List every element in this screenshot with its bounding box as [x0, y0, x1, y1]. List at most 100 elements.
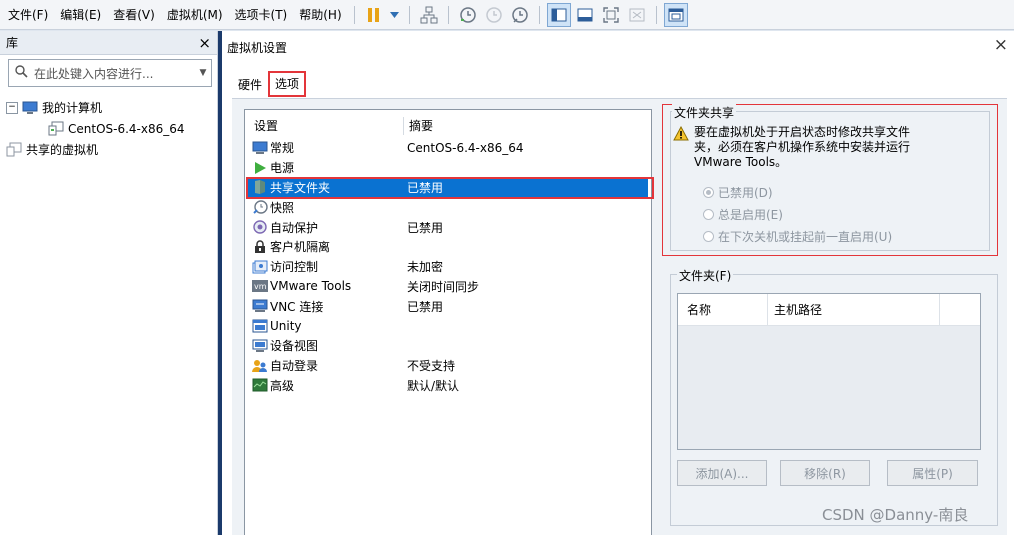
menu-bar: 文件(F) 编辑(E) 查看(V) 虚拟机(M) 选项卡(T) 帮助(H): [0, 0, 1014, 30]
power-icon: [252, 160, 268, 176]
radio-button: [703, 209, 714, 220]
tree-item-vm[interactable]: CentOS-6.4-x86_64: [6, 118, 212, 139]
radio-button: [703, 231, 714, 242]
tree-item-my-computer[interactable]: − 我的计算机: [6, 97, 212, 118]
setting-summary: 已禁用: [407, 180, 444, 195]
toolbar-separator: [655, 5, 657, 24]
menu-help[interactable]: 帮助(H): [293, 0, 347, 30]
snapshot-take-icon[interactable]: [456, 3, 480, 27]
settings-row-device-view[interactable]: 设备视图: [248, 336, 648, 356]
settings-rows: 常规 CentOS-6.4-x86_64 电源 共享文件夹 已禁用 快照 自动保…: [246, 138, 654, 396]
settings-row-autoprotect[interactable]: 自动保护 已禁用: [248, 217, 648, 237]
library-search[interactable]: 在此处键入内容进行... ▼: [8, 59, 212, 87]
tab-options[interactable]: 选项: [268, 71, 307, 97]
settings-row-general[interactable]: 常规 CentOS-6.4-x86_64: [248, 138, 648, 158]
setting-summary: CentOS-6.4-x86_64: [407, 140, 524, 155]
settings-row-guest-isolation[interactable]: 客户机隔离: [248, 237, 648, 257]
settings-row-shared-folders[interactable]: 共享文件夹 已禁用: [246, 176, 654, 199]
add-folder-button: 添加(A)...: [677, 460, 767, 486]
shared-vm-icon: [6, 142, 22, 157]
warning-text: 要在虚拟机处于开启状态时修改共享文件夹，必须在客户机操作系统中安装并运行 VMw…: [694, 125, 911, 169]
close-icon[interactable]: ×: [994, 35, 1008, 55]
settings-row-vnc[interactable]: VNC 连接 已禁用: [248, 296, 648, 316]
settings-row-access-control[interactable]: 访问控制 未加密: [248, 257, 648, 277]
setting-summary: 已禁用: [407, 299, 444, 314]
show-library-icon[interactable]: [546, 2, 571, 27]
setting-name: 客户机隔离: [270, 240, 331, 255]
tab-hardware[interactable]: 硬件: [232, 74, 268, 97]
column-header-setting[interactable]: 设置: [254, 117, 403, 135]
setting-name: 快照: [270, 200, 295, 215]
chevron-down-icon[interactable]: ▼: [195, 68, 211, 78]
window-title: 虚拟机设置: [227, 41, 288, 55]
folder-properties-button: 属性(P): [887, 460, 978, 486]
snapshot-manager-icon[interactable]: [508, 3, 532, 27]
search-icon: [15, 65, 28, 81]
settings-row-snapshots[interactable]: 快照: [248, 197, 648, 217]
radio-enabled-until-poweroff: 在下次关机或挂起前一直启用(U): [703, 228, 892, 245]
shared-folder-icon: [252, 179, 268, 195]
toolbar-separator: [353, 5, 355, 24]
chevron-down-icon[interactable]: [388, 3, 402, 27]
vnc-icon: [252, 298, 268, 314]
collapse-icon[interactable]: −: [6, 101, 18, 114]
folders-table: 名称 主机路径: [677, 293, 981, 450]
radio-disabled: 已禁用(D): [703, 184, 773, 201]
remove-folder-button: 移除(R): [780, 460, 870, 486]
network-icon[interactable]: [417, 3, 441, 27]
pause-icon[interactable]: [362, 3, 386, 27]
settings-row-unity[interactable]: Unity: [248, 316, 648, 336]
settings-row-vmware-tools[interactable]: vm VMware Tools 关闭时间同步: [248, 277, 648, 297]
setting-name: 常规: [270, 141, 295, 156]
column-header-host-path[interactable]: 主机路径: [768, 293, 940, 326]
menu-vm[interactable]: 虚拟机(M): [161, 0, 229, 30]
library-close-icon[interactable]: ×: [198, 34, 211, 52]
settings-row-autologin[interactable]: 自动登录 不受支持: [248, 356, 648, 376]
tab-bar: 硬件 选项: [232, 71, 307, 97]
full-screen-icon[interactable]: [599, 3, 623, 27]
settings-list[interactable]: 设置 摘要 常规 CentOS-6.4-x86_64 电源 共享文件夹 已禁用 …: [244, 109, 654, 535]
snapshot-revert-icon: [482, 3, 506, 27]
setting-name: 自动保护: [270, 220, 319, 235]
setting-name: VNC 连接: [270, 299, 324, 314]
setting-name: 访问控制: [270, 260, 319, 275]
setting-name: Unity: [270, 319, 302, 334]
setting-name: 自动登录: [270, 359, 319, 374]
setting-name: 电源: [270, 161, 295, 176]
warning-icon: [673, 125, 689, 170]
console-view-icon[interactable]: [663, 2, 688, 27]
library-panel: 库 × 在此处键入内容进行... ▼ − 我的计算机 CentOS-6.4-x8…: [0, 31, 218, 535]
column-header-name[interactable]: 名称: [678, 293, 768, 326]
radio-label: 总是启用(E): [718, 208, 783, 222]
radio-always-enabled: 总是启用(E): [703, 206, 783, 223]
menu-file[interactable]: 文件(F): [0, 0, 54, 30]
setting-summary: 关闭时间同步: [407, 279, 480, 294]
autologin-icon: [252, 358, 268, 374]
column-header-summary[interactable]: 摘要: [409, 117, 433, 135]
svg-text:vm: vm: [254, 282, 267, 291]
snapshot-icon: [252, 199, 268, 215]
radio-button: [703, 187, 714, 198]
thumbnail-bar-icon[interactable]: [573, 3, 597, 27]
settings-row-advanced[interactable]: 高级 默认/默认: [248, 376, 648, 396]
setting-name: 设备视图: [270, 339, 319, 354]
tree-item-shared-vms[interactable]: 共享的虚拟机: [6, 139, 212, 160]
library-tree: − 我的计算机 CentOS-6.4-x86_64 共享的虚拟机: [6, 97, 212, 160]
tree-item-label: 我的计算机: [42, 101, 103, 115]
access-control-icon: [252, 259, 268, 275]
menu-tabs[interactable]: 选项卡(T): [229, 0, 294, 30]
search-input[interactable]: 在此处键入内容进行...: [34, 65, 195, 82]
setting-summary: 不受支持: [407, 359, 456, 374]
menu-view[interactable]: 查看(V): [107, 0, 161, 30]
vm-icon: [48, 121, 64, 136]
watermark-text: CSDN @Danny-南良: [822, 506, 969, 524]
toolbar-separator: [538, 5, 540, 24]
folders-legend: 文件夹(F): [677, 267, 734, 284]
radio-label: 在下次关机或挂起前一直启用(U): [718, 230, 893, 244]
unity-mode-icon: [625, 3, 649, 27]
menu-edit[interactable]: 编辑(E): [54, 0, 107, 30]
sharing-warning: 要在虚拟机处于开启状态时修改共享文件夹，必须在客户机操作系统中安装并运行 VMw…: [673, 125, 983, 170]
toolbar-separator: [447, 5, 449, 24]
device-view-icon: [252, 338, 268, 354]
settings-row-power[interactable]: 电源: [248, 158, 648, 178]
